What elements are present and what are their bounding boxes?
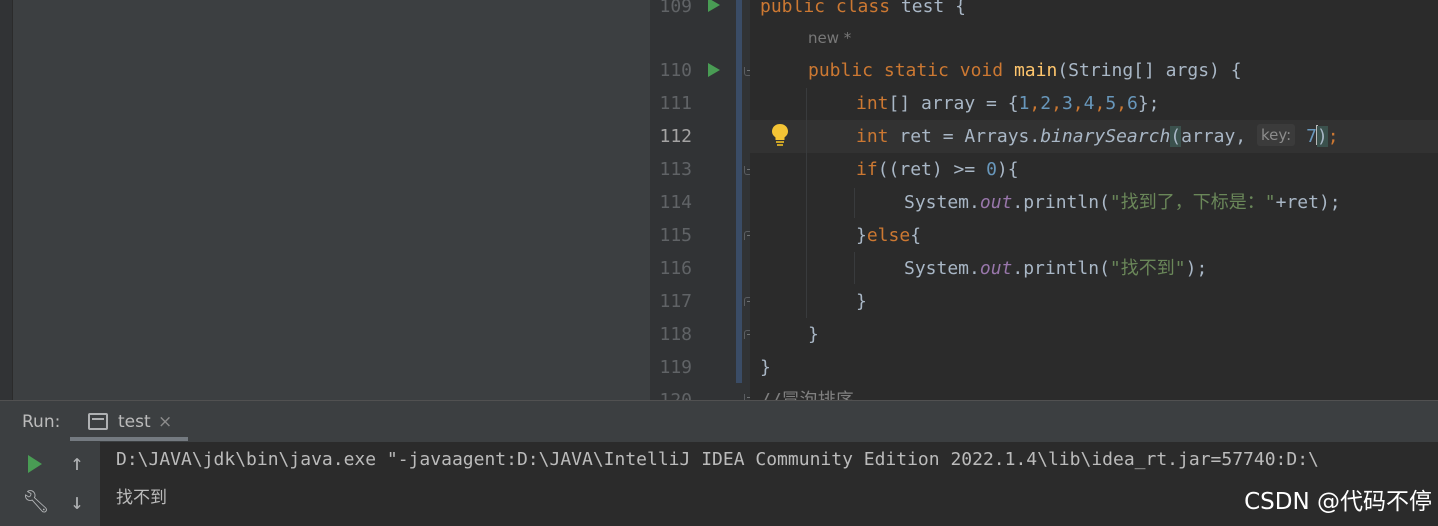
- token-number: 2: [1040, 93, 1052, 114]
- run-icon[interactable]: [708, 0, 720, 12]
- token-function: main: [1013, 60, 1058, 81]
- token-text: };: [1137, 93, 1160, 114]
- token-text: {: [910, 225, 922, 246]
- tool-strip: [0, 0, 13, 400]
- token-keyword: int: [856, 126, 889, 147]
- code-line-118[interactable]: }: [808, 318, 819, 351]
- token-keyword: class: [835, 0, 891, 17]
- project-panel: [0, 0, 650, 400]
- token-keyword: static: [883, 60, 949, 81]
- lightbulb-icon[interactable]: [770, 122, 790, 146]
- token-paren: ): [1316, 126, 1328, 147]
- code-line-115[interactable]: }else{: [856, 219, 921, 252]
- token-text: ((ret) >=: [877, 159, 987, 180]
- indent-guide: [854, 188, 855, 218]
- token-number: 1: [1018, 93, 1030, 114]
- token-text: test {: [900, 0, 966, 17]
- token-keyword: else: [866, 225, 911, 246]
- token-text: (String[] args) {: [1057, 60, 1242, 81]
- token-keyword: int: [856, 93, 889, 114]
- token-method: binarySearch: [1040, 126, 1171, 147]
- token-text: +ret);: [1275, 192, 1341, 213]
- token-text: array,: [1181, 126, 1247, 147]
- token-number: 5: [1105, 93, 1117, 114]
- line-number: 113: [659, 159, 692, 180]
- wrench-icon[interactable]: 🔧︎: [22, 490, 50, 516]
- code-line-116[interactable]: System.out.println("找不到");: [904, 252, 1207, 285]
- run-tab-underline: [70, 437, 188, 441]
- code-line-114[interactable]: System.out.println("找到了，下标是："+ret);: [904, 186, 1341, 219]
- run-tool-header: [0, 400, 1438, 443]
- code-line-112[interactable]: int ret = Arrays.binarySearch(array, key…: [856, 120, 1339, 153]
- code-line-117[interactable]: }: [856, 285, 867, 318]
- line-number: 109: [659, 0, 692, 17]
- token-keyword: if: [856, 159, 878, 180]
- close-icon[interactable]: ×: [158, 412, 172, 432]
- run-icon[interactable]: [708, 63, 720, 77]
- token-number: 3: [1061, 93, 1073, 114]
- indent-guide: [806, 88, 807, 318]
- line-number: 117: [659, 291, 692, 312]
- token-text: );: [1185, 258, 1208, 279]
- line-number: 116: [659, 258, 692, 279]
- console-line: 找不到: [116, 488, 167, 508]
- token-keyword: public: [760, 0, 826, 17]
- line-number-current: 112: [659, 126, 692, 147]
- inlay-new-hint: new *: [808, 29, 852, 47]
- code-line-113[interactable]: if((ret) >= 0){: [856, 153, 1019, 186]
- token-text: .println(: [1012, 258, 1110, 279]
- token-static-field: out: [979, 192, 1013, 213]
- token-text: System.: [904, 258, 980, 279]
- token-text: ){: [996, 159, 1019, 180]
- code-line-110[interactable]: public static void main(String[] args) {: [808, 54, 1242, 87]
- token-number: 6: [1127, 93, 1138, 114]
- watermark: CSDN @代码不停: [1244, 489, 1432, 515]
- token-keyword: void: [959, 60, 1004, 81]
- console-icon: [88, 413, 108, 430]
- token-number: 4: [1083, 93, 1095, 114]
- line-number: 119: [659, 357, 692, 378]
- parameter-hint: key:: [1257, 124, 1296, 146]
- token-string: "找不到": [1109, 258, 1186, 279]
- line-number: 114: [659, 192, 692, 213]
- down-arrow-icon[interactable]: ↓: [64, 490, 90, 516]
- token-text: [] array = {: [888, 93, 1019, 114]
- token-text: }: [856, 225, 867, 246]
- line-number: 118: [659, 324, 692, 345]
- line-number: 115: [659, 225, 692, 246]
- code-line-119[interactable]: }: [760, 351, 771, 384]
- indent-guide: [854, 252, 855, 284]
- token-static-field: out: [979, 258, 1013, 279]
- line-number: 110: [659, 60, 692, 81]
- console-line: D:\JAVA\jdk\bin\java.exe "-javaagent:D:\…: [116, 449, 1319, 470]
- run-tab-label[interactable]: test: [118, 412, 151, 432]
- token-text: .println(: [1012, 192, 1110, 213]
- token-text: System.: [904, 192, 980, 213]
- token-keyword: public: [808, 60, 874, 81]
- rerun-icon[interactable]: [22, 451, 48, 477]
- vcs-change-marker[interactable]: [736, 0, 742, 383]
- code-line-111[interactable]: int[] array = {1,2,3,4,5,6};: [856, 87, 1160, 120]
- token-paren: (: [1170, 126, 1182, 147]
- up-arrow-icon[interactable]: ↑: [64, 451, 90, 477]
- code-line-109[interactable]: public class test {: [760, 0, 966, 23]
- token-text: ret = Arrays.: [888, 126, 1041, 147]
- token-string: "找到了，下标是：": [1109, 192, 1276, 213]
- token-semicolon: ;: [1327, 126, 1339, 147]
- token-number: 0: [986, 159, 997, 180]
- line-number: 111: [659, 93, 692, 114]
- run-label: Run:: [22, 412, 61, 432]
